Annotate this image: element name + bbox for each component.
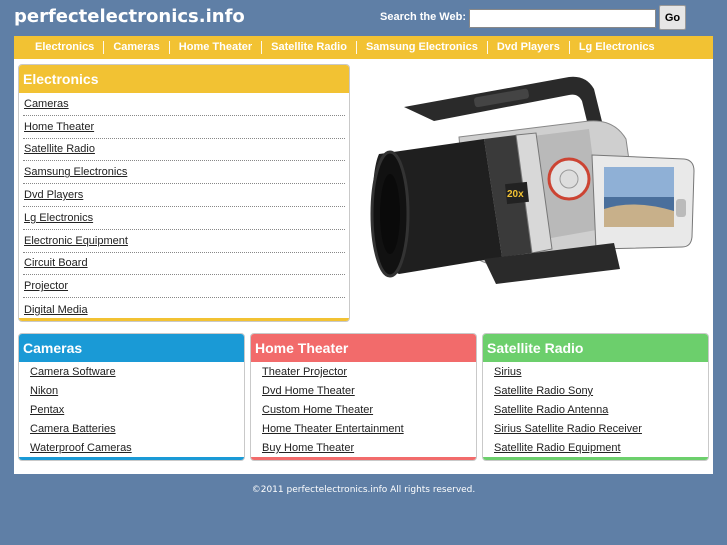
list-item: Pentax bbox=[30, 401, 244, 420]
list-item: Nikon bbox=[30, 382, 244, 401]
list-item: Cameras bbox=[23, 93, 345, 116]
camcorder-image: 20x bbox=[370, 76, 695, 284]
list-item: Circuit Board bbox=[23, 253, 345, 276]
nav-divider bbox=[168, 41, 170, 54]
list-item: Satellite Radio bbox=[23, 139, 345, 162]
panel-footer-bar bbox=[19, 318, 349, 321]
cameras-panel: Cameras Camera Software Nikon Pentax Cam… bbox=[18, 333, 245, 461]
link-dvd-home-theater[interactable]: Dvd Home Theater bbox=[262, 385, 355, 397]
nav-home-theater[interactable]: Home Theater bbox=[170, 41, 261, 54]
link-list: Camera Software Nikon Pentax Camera Batt… bbox=[19, 362, 244, 458]
list-item: Theater Projector bbox=[262, 363, 476, 382]
list-item: Samsung Electronics bbox=[23, 161, 345, 185]
copyright-text: ©2011 perfectelectronics.info All rights… bbox=[251, 485, 476, 495]
link-buy-home-theater[interactable]: Buy Home Theater bbox=[262, 442, 354, 454]
link-lg-electronics[interactable]: Lg Electronics bbox=[24, 212, 93, 224]
link-digital-media[interactable]: Digital Media bbox=[24, 304, 88, 316]
panel-title: Satellite Radio bbox=[483, 334, 708, 362]
panel-title: Cameras bbox=[19, 334, 244, 362]
list-item: Sirius bbox=[494, 363, 708, 382]
list-item: Satellite Radio Equipment bbox=[494, 439, 708, 458]
electronics-panel: Electronics Cameras Home Theater Satelli… bbox=[18, 64, 350, 322]
main-content: Electronics Cameras Home Theater Satelli… bbox=[14, 59, 713, 474]
list-item: Electronic Equipment bbox=[23, 230, 345, 253]
nav-divider bbox=[261, 41, 263, 54]
link-circuit-board[interactable]: Circuit Board bbox=[24, 257, 88, 269]
link-custom-home-theater[interactable]: Custom Home Theater bbox=[262, 404, 373, 416]
link-waterproof-cameras[interactable]: Waterproof Cameras bbox=[30, 442, 132, 454]
link-projector[interactable]: Projector bbox=[24, 280, 68, 292]
link-sirius[interactable]: Sirius bbox=[494, 366, 522, 378]
link-satellite-radio-sony[interactable]: Satellite Radio Sony bbox=[494, 385, 593, 397]
link-theater-projector[interactable]: Theater Projector bbox=[262, 366, 347, 378]
panel-footer-bar bbox=[19, 457, 244, 460]
list-item: Buy Home Theater bbox=[262, 439, 476, 458]
panel-title: Electronics bbox=[19, 65, 349, 93]
satellite-radio-panel: Satellite Radio Sirius Satellite Radio S… bbox=[482, 333, 709, 461]
nav-samsung-electronics[interactable]: Samsung Electronics bbox=[357, 41, 487, 54]
list-item: Projector bbox=[23, 275, 345, 299]
link-dvd-players[interactable]: Dvd Players bbox=[24, 189, 83, 201]
nav-divider bbox=[568, 41, 570, 54]
link-list: Cameras Home Theater Satellite Radio Sam… bbox=[19, 93, 349, 321]
nav-divider bbox=[486, 41, 488, 54]
link-camera-batteries[interactable]: Camera Batteries bbox=[30, 423, 116, 435]
list-item: Satellite Radio Antenna bbox=[494, 401, 708, 420]
nav-cameras[interactable]: Cameras bbox=[104, 41, 168, 54]
link-sirius-satellite-radio-receiver[interactable]: Sirius Satellite Radio Receiver bbox=[494, 423, 642, 435]
home-theater-panel: Home Theater Theater Projector Dvd Home … bbox=[250, 333, 477, 461]
search-label: Search the Web: bbox=[380, 11, 466, 23]
link-nikon[interactable]: Nikon bbox=[30, 385, 58, 397]
nav-dvd-players[interactable]: Dvd Players bbox=[488, 41, 569, 54]
list-item: Camera Batteries bbox=[30, 420, 244, 439]
site-title[interactable]: perfectelectronics.info bbox=[14, 6, 245, 27]
panel-footer-bar bbox=[251, 457, 476, 460]
link-satellite-radio[interactable]: Satellite Radio bbox=[24, 143, 95, 155]
list-item: Sirius Satellite Radio Receiver bbox=[494, 420, 708, 439]
link-home-theater[interactable]: Home Theater bbox=[24, 121, 94, 133]
link-samsung-electronics[interactable]: Samsung Electronics bbox=[24, 166, 127, 178]
link-list: Sirius Satellite Radio Sony Satellite Ra… bbox=[483, 362, 708, 458]
link-electronic-equipment[interactable]: Electronic Equipment bbox=[24, 235, 128, 247]
list-item: Camera Software bbox=[30, 363, 244, 382]
list-item: Dvd Home Theater bbox=[262, 382, 476, 401]
list-item: Dvd Players bbox=[23, 184, 345, 207]
list-item: Home Theater bbox=[23, 116, 345, 139]
nav-divider bbox=[355, 41, 357, 54]
link-satellite-radio-antenna[interactable]: Satellite Radio Antenna bbox=[494, 404, 608, 416]
link-list: Theater Projector Dvd Home Theater Custo… bbox=[251, 362, 476, 458]
panel-footer-bar bbox=[483, 457, 708, 460]
link-satellite-radio-equipment[interactable]: Satellite Radio Equipment bbox=[494, 442, 621, 454]
nav-divider bbox=[103, 41, 105, 54]
link-camera-software[interactable]: Camera Software bbox=[30, 366, 116, 378]
top-nav: Electronics Cameras Home Theater Satelli… bbox=[14, 36, 713, 59]
link-cameras[interactable]: Cameras bbox=[24, 98, 69, 110]
zoom-badge: 20x bbox=[507, 189, 524, 200]
list-item: Satellite Radio Sony bbox=[494, 382, 708, 401]
list-item: Home Theater Entertainment bbox=[262, 420, 476, 439]
link-pentax[interactable]: Pentax bbox=[30, 404, 64, 416]
list-item: Waterproof Cameras bbox=[30, 439, 244, 458]
link-home-theater-entertainment[interactable]: Home Theater Entertainment bbox=[262, 423, 404, 435]
panel-title: Home Theater bbox=[251, 334, 476, 362]
go-button[interactable]: Go bbox=[659, 5, 686, 30]
list-item: Lg Electronics bbox=[23, 207, 345, 230]
nav-electronics[interactable]: Electronics bbox=[26, 41, 103, 54]
list-item: Custom Home Theater bbox=[262, 401, 476, 420]
nav-lg-electronics[interactable]: Lg Electronics bbox=[570, 41, 664, 54]
nav-satellite-radio[interactable]: Satellite Radio bbox=[262, 41, 356, 54]
search-input[interactable] bbox=[469, 9, 656, 28]
